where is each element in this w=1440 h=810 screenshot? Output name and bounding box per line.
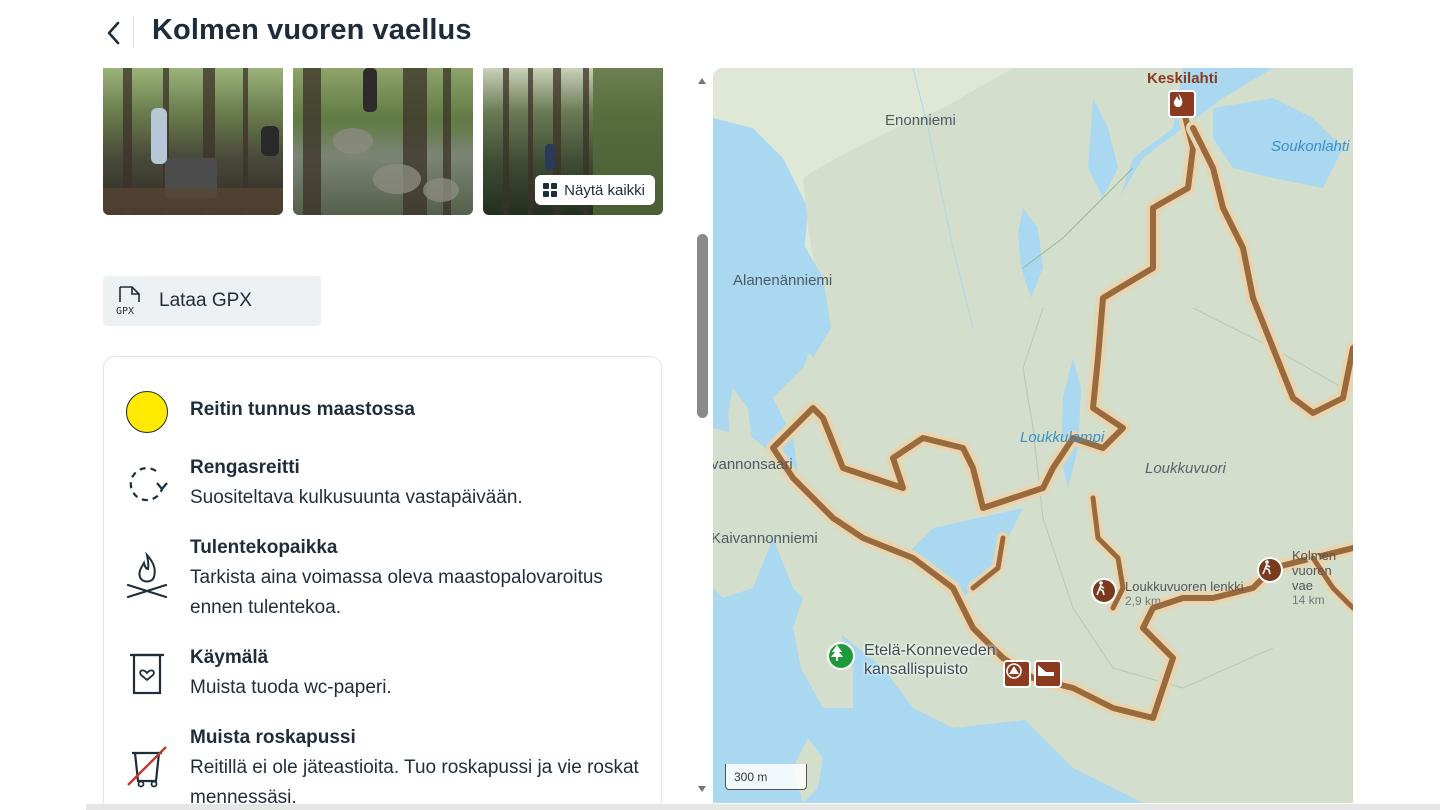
shelter-poi-icon[interactable]	[1003, 660, 1031, 688]
map-label-keskilahti: Keskilahti	[1147, 70, 1218, 87]
gallery-photo[interactable]: Näytä kaikki	[483, 68, 663, 215]
map-scale-bar: 300 m	[725, 764, 807, 790]
show-all-label: Näytä kaikki	[564, 181, 645, 199]
info-item-desc: Tarkista aina voimassa oleva maastopalov…	[190, 567, 603, 618]
map-label-loukkulampi: Loukkulampi	[1020, 429, 1105, 446]
info-item-desc: Reitillä ei ole jäteastioita. Tuo roskap…	[190, 757, 639, 803]
gallery-photo[interactable]	[103, 68, 283, 215]
show-all-photos-button[interactable]: Näytä kaikki	[535, 175, 655, 205]
info-item-title: Reitin tunnus maastossa	[190, 399, 415, 420]
route-distance: 2,9 km	[1125, 594, 1162, 608]
park-label-line2: kansallispuisto	[864, 661, 969, 678]
route-label-kolmen-vuoren: Kolmen vuoren vae 14 km	[1292, 548, 1353, 608]
map-label-vannonsaari: vannonsaari	[713, 456, 793, 473]
map-label-soukonlahti: Soukonlahti	[1271, 138, 1350, 155]
route-name: Loukkuvuoren lenkki	[1125, 579, 1244, 594]
national-park-icon[interactable]	[827, 642, 855, 670]
panel-scrollbar[interactable]	[694, 68, 710, 803]
park-label: Etelä-Konneveden kansallispuisto	[864, 641, 996, 679]
gpx-label: Lataa GPX	[159, 290, 252, 311]
map-label-enonniemi: Enonniemi	[885, 112, 956, 129]
campfire-icon	[124, 551, 170, 599]
route-info-card: Reitin tunnus maastossa Rengasreitti Suo…	[103, 356, 662, 803]
map-label-loukkuvuori: Loukkuvuori	[1145, 460, 1226, 477]
route-label-loukkuvuori: Loukkuvuoren lenkki 2,9 km	[1125, 579, 1244, 609]
details-panel: Näytä kaikki GPX Lataa GPX Reitin tunnus…	[100, 68, 685, 803]
route-map[interactable]: Keskilahti Enonniemi Soukonlahti Alanenä…	[713, 68, 1353, 803]
page-title: Kolmen vuoren vaellus	[152, 14, 472, 46]
header-divider	[133, 16, 134, 48]
chevron-left-icon	[107, 21, 120, 45]
grid-icon	[543, 183, 558, 197]
gpx-file-icon: GPX	[116, 286, 140, 317]
back-button[interactable]	[98, 16, 128, 50]
svg-text:GPX: GPX	[116, 306, 134, 317]
page-bottom-border	[86, 804, 1440, 810]
map-label-kaivannonniemi: Kaivannonniemi	[713, 530, 818, 547]
campfire-poi-icon[interactable]	[1168, 90, 1196, 118]
download-gpx-button[interactable]: GPX Lataa GPX	[103, 276, 321, 326]
route-name-line2: vuoren vae	[1292, 563, 1332, 593]
scroll-up-icon[interactable]	[697, 76, 707, 86]
info-item-desc: Muista tuoda wc-paperi.	[190, 677, 392, 698]
info-item-title: Rengasreitti	[190, 457, 300, 478]
toilet-icon	[124, 651, 170, 697]
scrollbar-thumb[interactable]	[697, 234, 708, 418]
hiker-route-icon[interactable]	[1257, 557, 1283, 583]
parking-poi-icon[interactable]	[1034, 660, 1062, 688]
loop-route-icon	[124, 461, 170, 507]
park-label-line1: Etelä-Konneveden	[864, 642, 996, 659]
yellow-dot-icon	[124, 389, 170, 435]
hiker-route-icon[interactable]	[1091, 578, 1117, 604]
info-item-title: Käymälä	[190, 647, 269, 668]
map-label-alanenanniemi: Alanenänniemi	[733, 272, 833, 289]
info-item-title: Tulentekopaikka	[190, 537, 338, 558]
info-item-title: Muista roskapussi	[190, 727, 356, 748]
gallery-photo[interactable]	[293, 68, 473, 215]
no-trash-icon	[124, 743, 170, 789]
route-distance: 14 km	[1292, 593, 1325, 607]
scroll-down-icon[interactable]	[697, 784, 707, 794]
info-item-desc: Suositeltava kulkusuunta vastapäivään.	[190, 487, 523, 508]
route-name-line1: Kolmen	[1292, 548, 1337, 563]
